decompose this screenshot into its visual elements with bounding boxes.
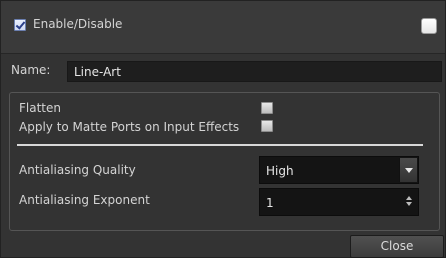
antialiasing-exponent-label: Antialiasing Exponent	[19, 193, 150, 207]
chevron-down-icon[interactable]	[399, 158, 417, 182]
antialiasing-exponent-value: 1	[266, 196, 274, 210]
antialiasing-quality-label: Antialiasing Quality	[19, 163, 136, 177]
enable-checkbox[interactable]	[14, 19, 26, 31]
spin-up-icon[interactable]	[406, 196, 412, 200]
flatten-checkbox[interactable]	[261, 102, 273, 114]
spin-down-icon[interactable]	[406, 202, 412, 206]
spin-arrows-icon[interactable]	[406, 196, 414, 210]
antialiasing-quality-value: High	[266, 164, 294, 178]
antialiasing-exponent-spinbox[interactable]: 1	[259, 188, 419, 216]
matte-ports-label: Apply to Matte Ports on Input Effects	[19, 120, 240, 134]
close-button[interactable]: Close	[350, 235, 444, 258]
enable-bar: Enable/Disable	[1, 1, 445, 54]
antialiasing-quality-select[interactable]: High	[259, 156, 419, 184]
name-field[interactable]: Line-Art	[67, 61, 442, 82]
matte-ports-checkbox[interactable]	[261, 120, 273, 132]
flatten-label: Flatten	[19, 101, 61, 115]
name-label: Name:	[11, 63, 51, 77]
group-divider	[17, 144, 423, 146]
node-checkbox[interactable]	[421, 18, 437, 34]
enable-label: Enable/Disable	[33, 17, 123, 31]
layer-properties-panel: Enable/Disable Name: Line-Art Flatten Ap…	[0, 0, 446, 258]
